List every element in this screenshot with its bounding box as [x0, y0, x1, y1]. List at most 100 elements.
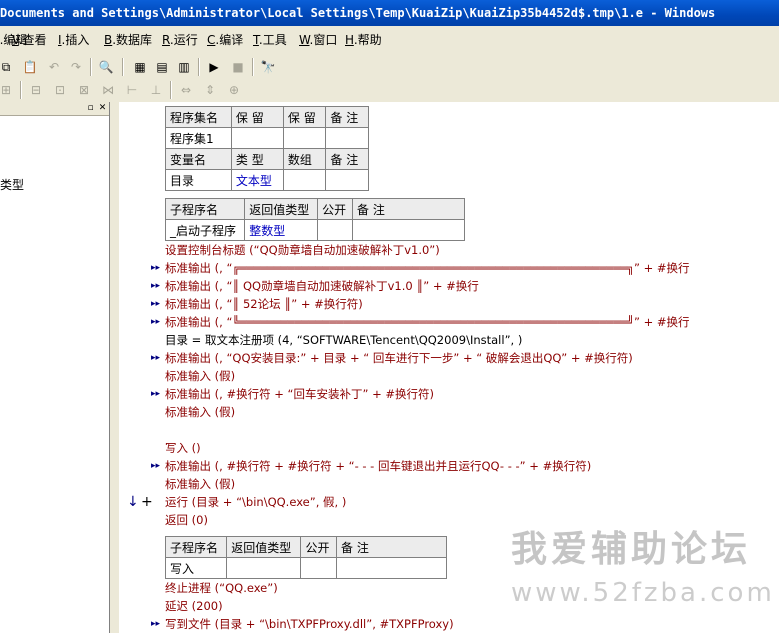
code-line[interactable]: 标准输出 (, “QQ安装目录:” + 目录 + “ 回车进行下一步” + “ …: [165, 349, 633, 367]
table-cell[interactable]: 写入: [164, 557, 228, 579]
layout3-icon[interactable]: ▥: [174, 57, 194, 77]
menu-bar: E.编辑 V.查看 I.插入 B.数据库 R.运行 C.编译 T.工具 W.窗口…: [0, 28, 779, 52]
table-cell[interactable]: [300, 557, 337, 579]
table-cell[interactable]: [282, 169, 327, 191]
table-header: 子程序名: [164, 536, 228, 558]
same-height-icon[interactable]: ⇕: [200, 80, 220, 100]
breakpoint-marker-icon[interactable]: ▸▸: [151, 259, 160, 277]
breakpoint-marker-icon[interactable]: ▸▸: [151, 615, 160, 633]
code-line[interactable]: 设置控制台标题 (“QQ勋章墙自动加速破解补丁v1.0”): [165, 241, 440, 259]
assembly-table: 程序集名 保 留 保 留 备 注 程序集1 变量名 类 型 数组 备 注 目录 …: [165, 106, 369, 191]
paste-icon[interactable]: 📋: [20, 57, 40, 77]
layout1-icon[interactable]: ▦: [130, 57, 150, 77]
table-cell[interactable]: 文本型: [230, 169, 284, 191]
breakpoint-marker-icon[interactable]: ▸▸: [151, 457, 160, 475]
align-top-icon[interactable]: ⋈: [98, 80, 118, 100]
toolbar-main: ⧉ 📋 ↶ ↷ 🔍 ▦ ▤ ▥ ▶ ■ 🔭: [0, 54, 779, 80]
align-icon[interactable]: ⊞: [0, 80, 16, 100]
distribute-h-icon[interactable]: ⊢: [122, 80, 142, 100]
table-cell[interactable]: _启动子程序: [164, 219, 246, 241]
table-header: 备 注: [352, 198, 465, 220]
menu-run[interactable]: R.运行: [162, 32, 198, 48]
breakpoint-marker-icon[interactable]: ▸▸: [151, 385, 160, 403]
watermark-text: 我爱辅助论坛: [511, 529, 752, 570]
left-panel: ▫ ✕ 类型: [0, 102, 110, 633]
code-line[interactable]: 写到文件 (目录 + “\bin\TXPFProxy.dll”, #TXPFPr…: [165, 615, 454, 633]
run-icon[interactable]: ▶: [204, 57, 224, 77]
table-header: 变量名: [165, 148, 232, 170]
align-center-icon[interactable]: ⊡: [50, 80, 70, 100]
table-cell[interactable]: [282, 127, 327, 149]
menu-help[interactable]: H.帮助: [345, 32, 382, 48]
code-line[interactable]: 标准输入 (假): [165, 475, 235, 493]
align-left-icon[interactable]: ⊟: [26, 80, 46, 100]
sub2-table: 子程序名 返回值类型 公开 备 注 写入: [164, 536, 447, 579]
table-cell[interactable]: [325, 169, 369, 191]
toolbar-separator: [90, 58, 92, 76]
table-cell[interactable]: [226, 557, 302, 579]
expand-plus-icon[interactable]: +: [141, 493, 153, 511]
table-cell[interactable]: [336, 557, 447, 579]
toolbar-separator: [252, 58, 254, 76]
center-icon[interactable]: ⊕: [224, 80, 244, 100]
code-editor[interactable]: 程序集名 保 留 保 留 备 注 程序集1 变量名 类 型 数组 备 注 目录 …: [119, 102, 779, 633]
code-line[interactable]: 写入 (): [165, 439, 201, 457]
code-line[interactable]: 标准输出 (, “║ 52论坛 ║” + #换行符): [165, 295, 363, 313]
splitter[interactable]: [111, 102, 119, 633]
code-line[interactable]: 标准输出 (, “╔══════════════════════════════…: [165, 259, 690, 277]
title-bar: Documents and Settings\Administrator\Loc…: [0, 0, 779, 26]
binoculars-icon[interactable]: 🔭: [258, 57, 278, 77]
redo-icon[interactable]: ↷: [66, 57, 86, 77]
breakpoint-marker-icon[interactable]: ▸▸: [151, 295, 160, 313]
distribute-v-icon[interactable]: ⊥: [146, 80, 166, 100]
breakpoint-marker-icon[interactable]: ▸▸: [151, 313, 160, 331]
panel-menu-icon[interactable]: ▫: [85, 103, 96, 114]
gutter: [119, 102, 159, 633]
code-line[interactable]: 终止进程 (“QQ.exe”): [165, 579, 278, 597]
breakpoint-marker-icon[interactable]: ▸▸: [151, 349, 160, 367]
toolbar-separator: [122, 58, 124, 76]
undo-icon[interactable]: ↶: [44, 57, 64, 77]
code-line[interactable]: 标准输入 (假): [165, 403, 235, 421]
menu-database[interactable]: B.数据库: [104, 32, 152, 48]
copy-icon[interactable]: ⧉: [0, 57, 16, 77]
menu-tools[interactable]: T.工具: [253, 32, 287, 48]
table-header: 公开: [317, 198, 353, 220]
code-line[interactable]: 标准输出 (, #换行符 + #换行符 + “- - - 回车键退出并且运行QQ…: [165, 457, 591, 475]
table-cell[interactable]: [325, 127, 369, 149]
find-icon[interactable]: 🔍: [96, 57, 116, 77]
code-line[interactable]: 标准输出 (, “║ QQ勋章墙自动加速破解补丁v1.0 ║” + #换行: [165, 277, 479, 295]
code-line[interactable]: 标准输入 (假): [165, 367, 235, 385]
menu-window[interactable]: W.窗口: [299, 32, 337, 48]
table-cell[interactable]: [317, 219, 353, 241]
table-header: 类 型: [230, 148, 284, 170]
table-header: 保 留: [230, 106, 284, 128]
table-cell[interactable]: 整数型: [244, 219, 319, 241]
table-header: 子程序名: [164, 198, 246, 220]
menu-insert[interactable]: I.插入: [58, 32, 89, 48]
window-title: Documents and Settings\Administrator\Loc…: [0, 6, 716, 20]
breakpoint-marker-icon[interactable]: ▸▸: [151, 277, 160, 295]
code-line[interactable]: 标准输出 (, “╚══════════════════════════════…: [165, 313, 690, 331]
code-line[interactable]: 延迟 (200): [165, 597, 223, 615]
down-arrow-icon[interactable]: ↓: [127, 493, 139, 511]
table-header: 备 注: [325, 106, 369, 128]
table-cell[interactable]: [352, 219, 465, 241]
layout2-icon[interactable]: ▤: [152, 57, 172, 77]
table-header: 返回值类型: [244, 198, 319, 220]
table-cell[interactable]: 目录: [165, 169, 232, 191]
code-line[interactable]: 标准输出 (, #换行符 + “回车安装补丁” + #换行符): [165, 385, 434, 403]
menu-view[interactable]: V.查看: [12, 32, 47, 48]
code-line[interactable]: 返回 (0): [165, 511, 208, 529]
align-right-icon[interactable]: ⊠: [74, 80, 94, 100]
table-header: 数组: [282, 148, 327, 170]
code-line[interactable]: 运行 (目录 + “\bin\QQ.exe”, 假, ): [165, 493, 346, 511]
close-icon[interactable]: ✕: [97, 103, 108, 114]
menu-compile[interactable]: C.编译: [207, 32, 243, 48]
tree-item-type[interactable]: 类型: [0, 176, 24, 193]
code-line[interactable]: 目录 = 取文本注册项 (4, “SOFTWARE\Tencent\QQ2009…: [165, 331, 522, 349]
stop-icon[interactable]: ■: [228, 57, 248, 77]
table-cell[interactable]: [230, 127, 284, 149]
table-cell[interactable]: 程序集1: [165, 127, 232, 149]
same-width-icon[interactable]: ⇔: [176, 80, 196, 100]
